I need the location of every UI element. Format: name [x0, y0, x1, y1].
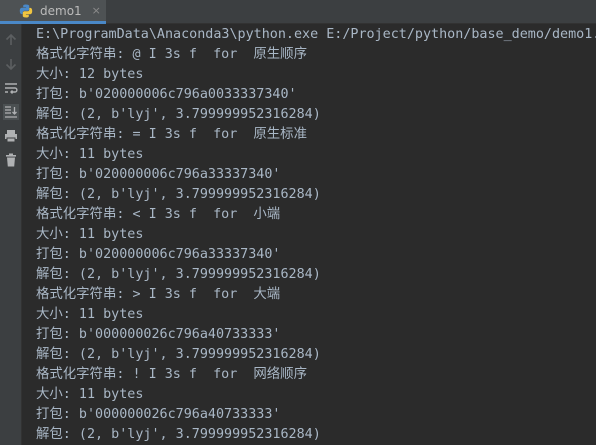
print-icon[interactable]	[3, 128, 19, 144]
console-line: 解包: (2, b'lyj', 3.799999952316284)	[36, 347, 321, 362]
trash-icon[interactable]	[3, 152, 19, 168]
console-line: 打包: b'000000026c796a40733333'	[36, 407, 281, 422]
console-line: 大小: 11 bytes	[36, 307, 144, 322]
console-line: 解包: (2, b'lyj', 3.799999952316284)	[36, 267, 321, 282]
run-console-window: demo1 × E:\ProgramData\Anaconda3\python.…	[0, 0, 596, 445]
console-line: 打包: b'020000006c796a33337340'	[36, 247, 281, 262]
console-line: 解包: (2, b'lyj', 3.799999952316284)	[36, 427, 321, 442]
console-line: 格式化字符串: = I 3s f for 原生标准	[36, 127, 307, 142]
tab-demo1[interactable]: demo1 ×	[0, 0, 106, 24]
console-toolbar	[0, 24, 22, 445]
console-line: 大小: 12 bytes	[36, 67, 144, 82]
console-line: 格式化字符串: < I 3s f for 小端	[36, 207, 281, 222]
console-output[interactable]: E:\ProgramData\Anaconda3\python.exe E:/P…	[22, 24, 596, 445]
console-line: 打包: b'000000026c796a40733333'	[36, 327, 281, 342]
console-line: 大小: 11 bytes	[36, 387, 144, 402]
arrow-up-icon[interactable]	[3, 32, 19, 48]
console-line: 打包: b'020000006c796a33337340'	[36, 167, 281, 182]
console-line: 打包: b'020000006c796a0033337340'	[36, 87, 297, 102]
console-line: 大小: 11 bytes	[36, 147, 144, 162]
arrow-down-icon[interactable]	[3, 56, 19, 72]
console-line: 格式化字符串: > I 3s f for 大端	[36, 287, 281, 302]
run-command-line: E:\ProgramData\Anaconda3\python.exe E:/P…	[36, 27, 596, 42]
python-file-icon	[19, 4, 33, 18]
console-line: 解包: (2, b'lyj', 3.799999952316284)	[36, 187, 321, 202]
console-line: 解包: (2, b'lyj', 3.799999952316284)	[36, 107, 321, 122]
close-tab-icon[interactable]: ×	[92, 4, 101, 18]
console-line: 大小: 11 bytes	[36, 227, 144, 242]
tab-label: demo1	[40, 3, 82, 18]
soft-wrap-icon[interactable]	[3, 80, 19, 96]
console-line: 格式化字符串: ! I 3s f for 网络顺序	[36, 367, 307, 382]
run-tab-bar: demo1 ×	[0, 0, 596, 24]
console-line: 格式化字符串: @ I 3s f for 原生顺序	[36, 47, 307, 62]
scroll-to-end-icon[interactable]	[3, 104, 19, 120]
